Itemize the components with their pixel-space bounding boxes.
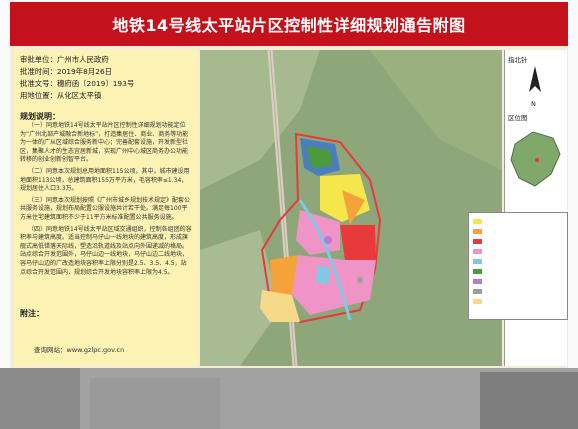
plan-board: 地铁14号线太平站片区控制性详细规划通告附图 审批单位：广州市人民政府 批准时间… [10, 2, 568, 371]
north-arrow-title: 指北针 [508, 56, 528, 64]
legend-swatch-5 [473, 259, 482, 264]
approval-doc-number: 批准文号：穗府函〔2019〕193号 [20, 79, 135, 88]
explanation-paragraph-3: （三）同意本次规划按照《广州市城乡规划技术规定》配套公共服务设施，规划布局配置公… [20, 196, 191, 221]
explanation-paragraph-4: （四）同意地铁14号线太平站区域交通组织，控制各组团的容积率与建筑高度。适当控制… [20, 225, 192, 276]
approval-date: 批准时间：2019年8月26日 [20, 67, 113, 76]
legend-swatch-7 [473, 279, 482, 284]
map-graphic [200, 50, 502, 366]
note-label: 附注： [20, 309, 44, 318]
approval-meta: 审批单位：广州市人民政府 批准时间：2019年8月26日 批准文号：穗府函〔20… [20, 54, 134, 102]
site-location: 用地位置：从化区太平镇 [20, 91, 102, 100]
explanation-paragraph-1: （一）同意地铁14号线太平站片区控制性详细规划功能定位为“广州北部产城融合新地标… [20, 122, 189, 164]
map-legend [468, 212, 568, 320]
overlay-block [90, 378, 220, 429]
legend-swatch-1 [473, 219, 482, 224]
bottom-overlay [0, 368, 578, 429]
legend-swatch-9 [473, 299, 482, 304]
location-map-icon [510, 131, 561, 187]
explanation-text: （一）同意地铁14号线太平站片区控制性详细规划功能定位为“广州北部产城融合新地标… [20, 122, 192, 280]
approval-authority: 审批单位：广州市人民政府 [20, 55, 109, 64]
location-map-title: 区位图 [508, 114, 528, 122]
legend-swatch-4 [473, 249, 482, 254]
legend-swatch-2 [473, 229, 482, 234]
page-title: 地铁14号线太平站片区控制性详细规划通告附图 [10, 2, 568, 46]
query-website: 查询网站：www.gzlpc.gov.cn [34, 346, 125, 354]
legend-swatch-3 [473, 239, 482, 244]
explanation-paragraph-2: （二）同意本次规划总用地面积115公顷。其中，城市建设用地面积113公顷，总建筑… [20, 167, 190, 193]
north-label: N [531, 100, 536, 108]
explanation-title: 规划说明： [20, 112, 60, 121]
overlay-block [480, 372, 578, 429]
compass-icon [529, 66, 541, 92]
legend-swatch-6 [473, 269, 482, 274]
land-use-map [200, 50, 502, 366]
legend-swatch-8 [473, 289, 482, 294]
overlay-block [0, 368, 80, 429]
info-panel: 审批单位：广州市人民政府 批准时间：2019年8月26日 批准文号：穗府函〔20… [14, 50, 198, 366]
